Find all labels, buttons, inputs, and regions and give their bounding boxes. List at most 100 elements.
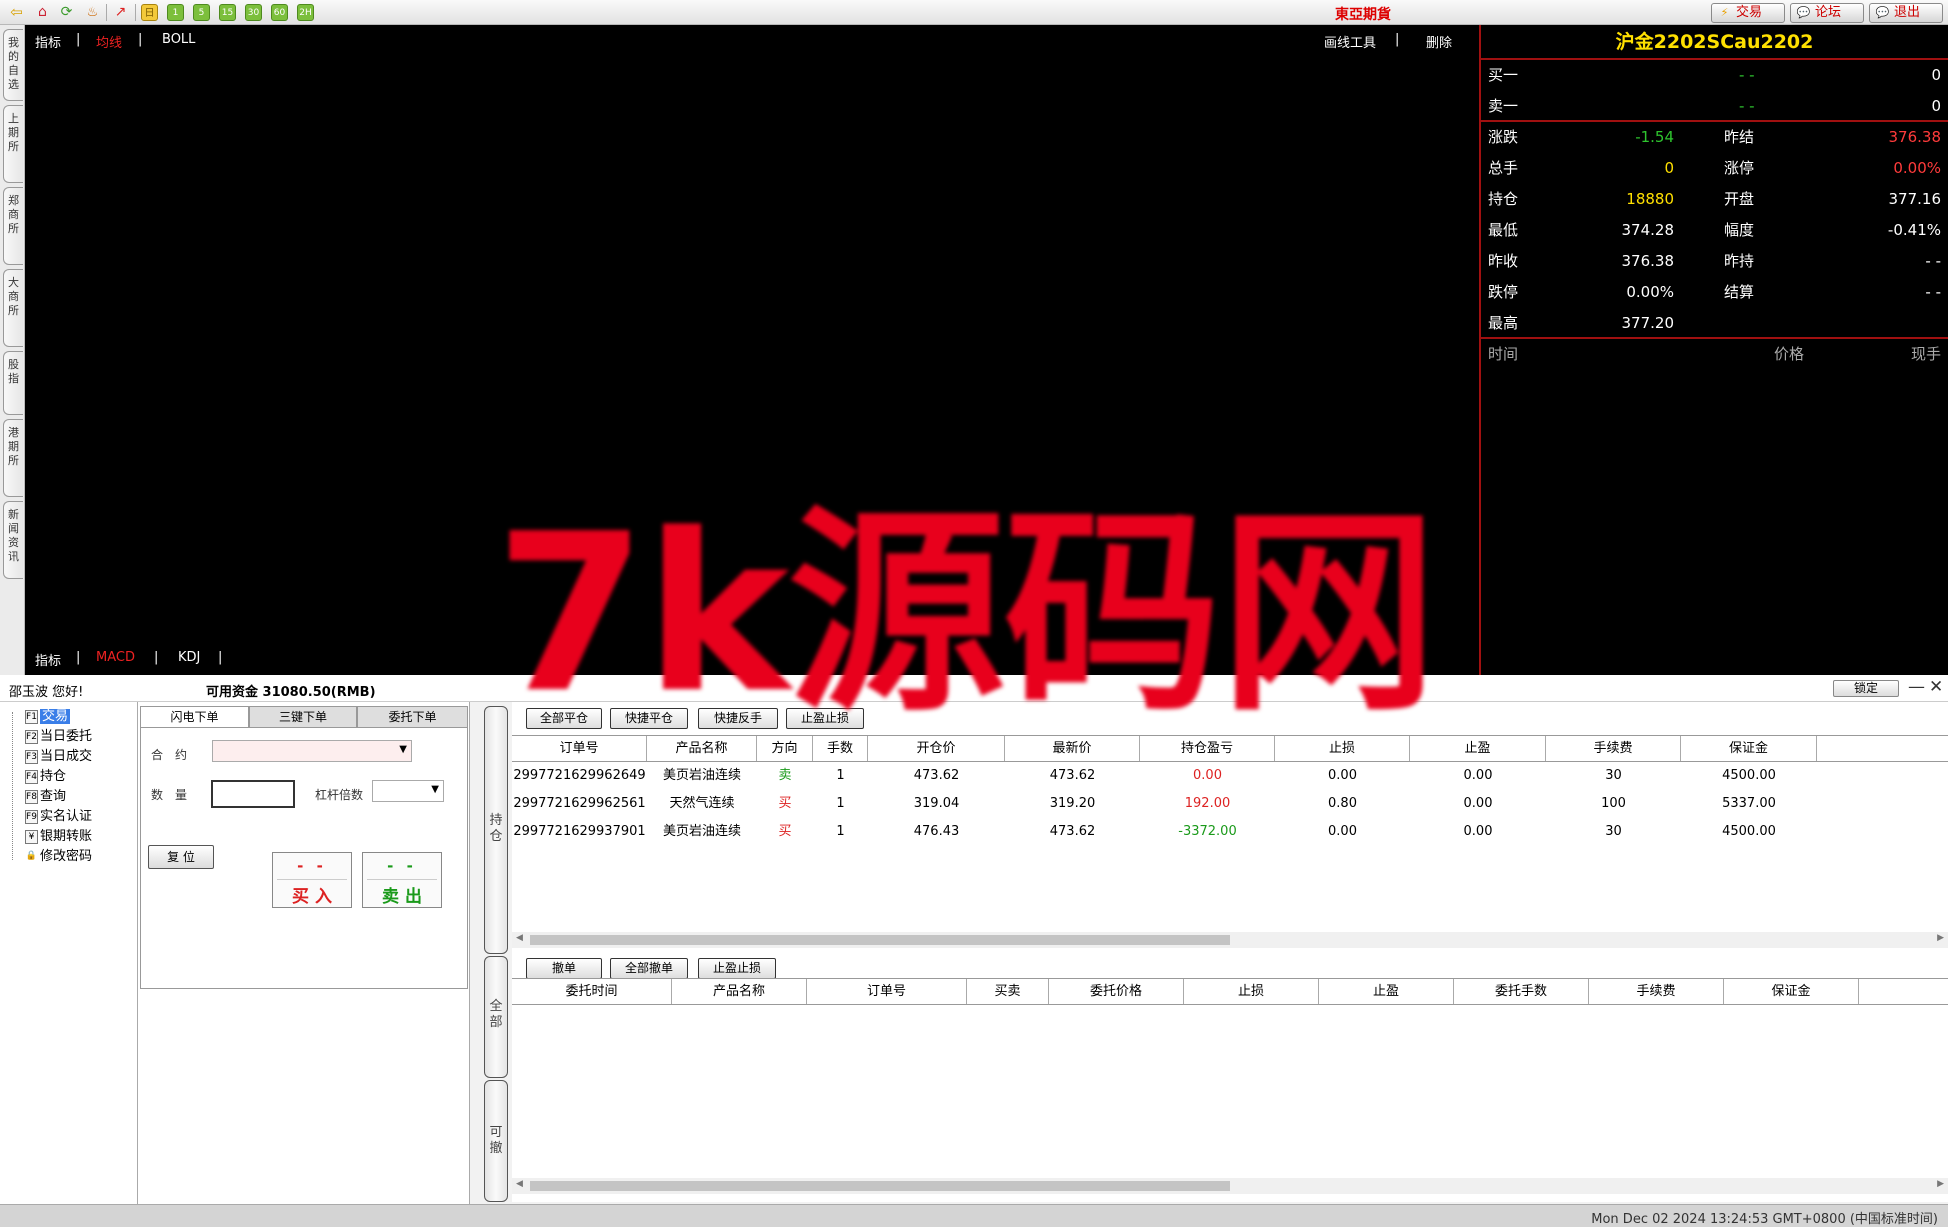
period-30-button[interactable]: 30 — [245, 4, 262, 21]
user-greeting: 邵玉波 您好! — [9, 685, 84, 700]
macd-tab[interactable]: MACD — [96, 650, 135, 665]
sub-indicator-menu[interactable]: 指标 — [35, 650, 61, 669]
prev-oi-label: 昨持 — [1724, 252, 1755, 270]
cell-order-no: 2997721629962561 — [513, 796, 646, 811]
tab-hkex[interactable]: 港期所 — [3, 419, 23, 497]
fire-icon[interactable]: ♨ — [84, 4, 101, 21]
col-fee[interactable]: 手续费 — [1546, 736, 1681, 761]
tab-three-key-order[interactable]: 三键下单 — [249, 706, 357, 728]
leverage-select[interactable]: ▼ — [372, 780, 444, 802]
tab-entrust-order[interactable]: 委托下单 — [357, 706, 468, 728]
buy-button[interactable]: - - 买 入 — [272, 852, 352, 908]
tab-positions[interactable]: 持仓 — [484, 706, 508, 954]
sell-button[interactable]: - - 卖 出 — [362, 852, 442, 908]
tab-flash-order[interactable]: 闪电下单 — [140, 706, 249, 728]
home-icon[interactable]: ⌂ — [34, 4, 51, 21]
reset-button[interactable]: 复 位 — [148, 845, 214, 869]
scroll-left-icon[interactable]: ◀ — [516, 933, 523, 943]
draw-tool-button[interactable]: 画线工具 — [1324, 32, 1376, 51]
cell-fee: 30 — [1605, 768, 1622, 783]
refresh-icon[interactable]: ⟳ — [58, 4, 75, 21]
low-label: 最低 — [1488, 221, 1519, 239]
tree-item-bank-transfer[interactable]: ¥ 银期转账 — [25, 828, 92, 846]
prev-oi-value: - - — [1925, 252, 1941, 270]
indicator-menu[interactable]: 指标 — [35, 32, 61, 51]
trade-button[interactable]: ⚡ 交易 — [1711, 3, 1785, 23]
tree-item-label: 当日成交 — [40, 749, 93, 764]
tab-dce[interactable]: 大商所 — [3, 269, 23, 347]
tree-item-today-trades[interactable]: F3 当日成交 — [25, 748, 92, 766]
f9-key-icon: F9 — [25, 809, 38, 824]
col-order-time[interactable]: 委托时间 — [512, 979, 672, 1004]
minimize-icon[interactable]: — — [1908, 677, 1925, 697]
tree-item-today-orders[interactable]: F2 当日委托 — [25, 728, 92, 746]
boll-tab[interactable]: BOLL — [162, 32, 195, 47]
lightning-icon: ⚡ — [1720, 6, 1729, 19]
contract-label: 合 约 — [151, 748, 188, 762]
amplitude-label: 幅度 — [1724, 221, 1755, 239]
kdj-tab[interactable]: KDJ — [178, 650, 200, 665]
scroll-left-icon[interactable]: ◀ — [516, 1179, 523, 1189]
delete-drawing-button[interactable]: 删除 — [1426, 32, 1452, 51]
tab-stock-index[interactable]: 股指 — [3, 351, 23, 415]
chart-line-icon[interactable]: ↗ — [112, 4, 129, 21]
ask1-row: 卖一 - - 0 — [1481, 91, 1948, 122]
col-side[interactable]: 买卖 — [967, 979, 1049, 1004]
ma-tab[interactable]: 均线 — [96, 32, 122, 51]
quote-row: 涨跌 -1.54 昨结 376.38 — [1481, 122, 1948, 153]
buy-price: - - — [297, 857, 327, 875]
daily-period-icon[interactable]: 日 — [141, 4, 158, 21]
tree-item-positions[interactable]: F4 持仓 — [25, 768, 66, 786]
cell-margin: 5337.00 — [1722, 796, 1776, 811]
horizontal-scrollbar[interactable]: ◀ ▶ — [512, 1178, 1948, 1194]
tree-item-trade[interactable]: F1 交易 — [25, 708, 71, 726]
tab-news[interactable]: 新闻资讯 — [3, 501, 23, 579]
quantity-input[interactable] — [211, 780, 295, 808]
cell-last-price: 473.62 — [1049, 824, 1096, 839]
tree-item-query[interactable]: F8 查询 — [25, 788, 66, 806]
period-5-button[interactable]: 5 — [193, 4, 210, 21]
tree-item-verify[interactable]: F9 实名认证 — [25, 808, 92, 826]
horizontal-scrollbar[interactable]: ◀ ▶ — [512, 932, 1948, 948]
period-15-button[interactable]: 15 — [219, 4, 236, 21]
col-fee[interactable]: 手续费 — [1589, 979, 1724, 1004]
scrollbar-thumb[interactable] — [530, 1181, 1230, 1191]
cell-stop-loss: 0.00 — [1328, 824, 1357, 839]
cancel-all-button[interactable]: 全部撤单 — [610, 958, 688, 979]
period-60-button[interactable]: 60 — [271, 4, 288, 21]
col-margin[interactable]: 保证金 — [1724, 979, 1859, 1004]
tab-all-orders[interactable]: 全部 — [484, 956, 508, 1078]
period-2h-button[interactable]: 2H — [297, 4, 314, 21]
forum-button[interactable]: 💬 论坛 — [1790, 3, 1864, 23]
col-product[interactable]: 产品名称 — [672, 979, 807, 1004]
col-take-profit[interactable]: 止盈 — [1319, 979, 1454, 1004]
col-order-lots[interactable]: 委托手数 — [1454, 979, 1589, 1004]
period-1-button[interactable]: 1 — [167, 4, 184, 21]
tab-shfe[interactable]: 上期所 — [3, 105, 23, 183]
scroll-right-icon[interactable]: ▶ — [1937, 933, 1944, 943]
exit-button[interactable]: 💬 退出 — [1869, 3, 1943, 23]
back-arrow-icon[interactable]: ⇦ — [8, 4, 25, 21]
col-stop-loss[interactable]: 止损 — [1184, 979, 1319, 1004]
tab-cancelable[interactable]: 可撤 — [484, 1080, 508, 1202]
cancel-order-button[interactable]: 撤单 — [526, 958, 602, 979]
scroll-right-icon[interactable]: ▶ — [1937, 1179, 1944, 1189]
chevron-down-icon: ▼ — [431, 784, 439, 795]
tab-czce[interactable]: 郑商所 — [3, 187, 23, 265]
tree-item-change-password[interactable]: 🔒 修改密码 — [25, 848, 92, 866]
cell-last-price: 473.62 — [1049, 768, 1096, 783]
table-row[interactable]: 2997721629962561 天然气连续 买 1 319.04 319.20… — [512, 790, 1948, 818]
contract-title: 沪金2202SCau2202 — [1481, 25, 1948, 60]
col-margin[interactable]: 保证金 — [1681, 736, 1817, 761]
order-stop-profit-loss-button[interactable]: 止盈止损 — [698, 958, 776, 979]
tree-item-label: 交易 — [40, 709, 71, 724]
table-row[interactable]: 2997721629962649 美页岩油连续 卖 1 473.62 473.6… — [512, 762, 1948, 790]
close-icon[interactable]: ✕ — [1929, 677, 1943, 697]
col-order-no[interactable]: 订单号 — [807, 979, 967, 1004]
contract-select[interactable]: ▼ — [212, 740, 412, 762]
table-row[interactable]: 2997721629937901 美页岩油连续 买 1 476.43 473.6… — [512, 818, 1948, 846]
tab-my-watchlist[interactable]: 我的自选 — [3, 29, 23, 101]
col-order-price[interactable]: 委托价格 — [1049, 979, 1184, 1004]
lock-button[interactable]: 锁定 — [1833, 680, 1899, 697]
scrollbar-thumb[interactable] — [530, 935, 1230, 945]
